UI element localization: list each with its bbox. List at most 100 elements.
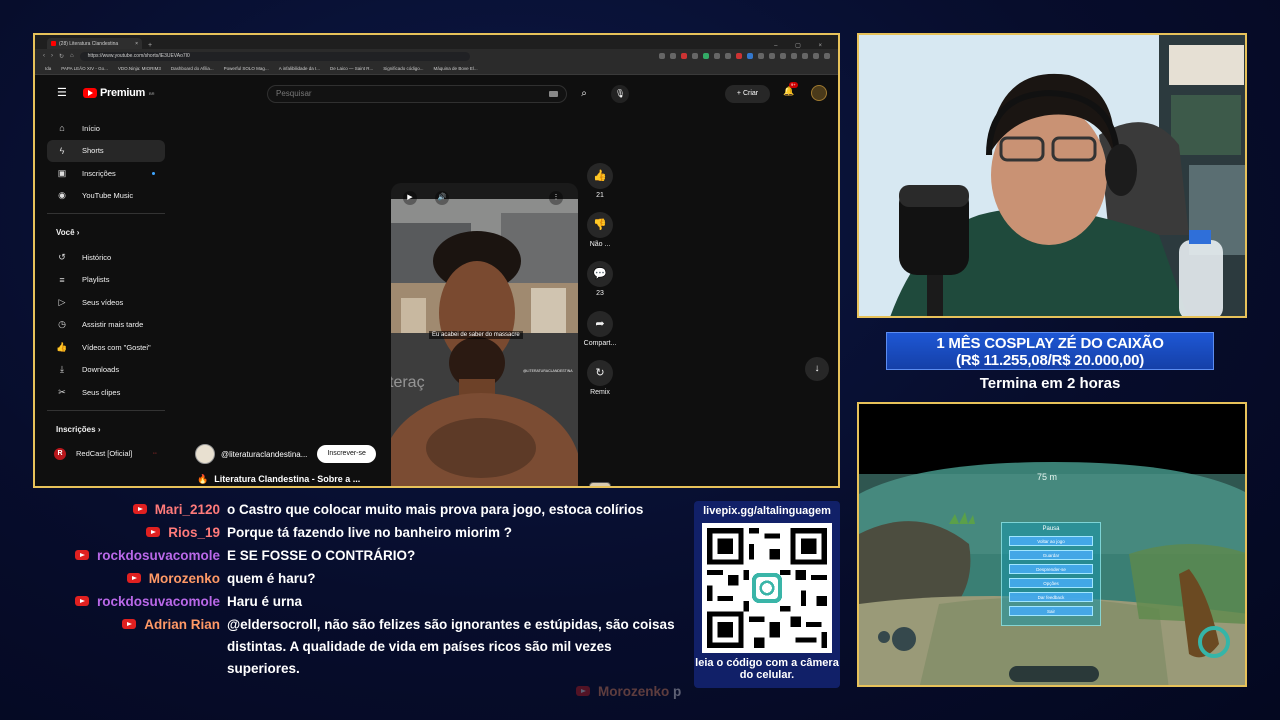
sidebar-item-youtube-music[interactable]: ◉ YouTube Music: [47, 185, 165, 208]
youtube-play-icon: [83, 88, 97, 98]
youtube-icon: [122, 619, 137, 629]
chat-username: rockdosuvacomole: [96, 594, 220, 609]
sound-thumbnail[interactable]: [589, 482, 611, 486]
sidebar-item-shorts[interactable]: ϟ Shorts: [47, 139, 165, 162]
search-input[interactable]: Pesquisar: [267, 85, 567, 103]
extension-icon[interactable]: [670, 53, 676, 59]
notifications-icon[interactable]: 🔔 9+: [783, 82, 798, 97]
dislike-button[interactable]: 👎 Não ...: [575, 212, 625, 248]
sidebar-item-home[interactable]: ⌂ Início: [47, 117, 165, 140]
search-icon[interactable]: ⌕: [575, 85, 593, 103]
extension-icon[interactable]: [780, 53, 786, 59]
sidebar: ⌂ Início ϟ Shorts ▣ Inscrições ◉ YouTube Mus…: [47, 117, 165, 465]
bookmark-item[interactable]: Ida: [45, 66, 51, 71]
sidebar-item-your-videos[interactable]: ▷ Seus vídeos: [47, 291, 165, 314]
comments-button[interactable]: 💬 23: [575, 261, 625, 297]
quit-button[interactable]: Sair: [1009, 606, 1093, 616]
menu-icon[interactable]: ☰: [57, 86, 67, 99]
sidebar-item-downloads[interactable]: ⤓ Downloads: [47, 359, 165, 382]
sidebar-item-clips[interactable]: ✂ Seus clipes: [47, 381, 165, 404]
youtube-logo[interactable]: Premium BR: [83, 87, 155, 99]
sidebar-item-label: Histórico: [82, 252, 112, 262]
redcast-channel-icon: R: [54, 447, 66, 460]
channel-name[interactable]: @literaturaclandestina...: [221, 450, 307, 459]
create-button[interactable]: + Criar: [725, 85, 770, 103]
goal-amount: (R$ 11.255,08/R$ 20.000,00): [955, 352, 1145, 369]
sidebar-item-redcast[interactable]: R RedCast [Oficial] ◦◦: [47, 443, 165, 466]
extension-icon[interactable]: [791, 53, 797, 59]
subscribe-button[interactable]: Inscrever-se: [317, 445, 376, 463]
options-button[interactable]: Opções: [1009, 578, 1093, 588]
extension-icon[interactable]: [824, 53, 830, 59]
bookmark-item[interactable]: Dashboard do Afilia...: [171, 66, 214, 71]
mic-icon[interactable]: 🎙: [611, 85, 629, 103]
new-tab-icon[interactable]: +: [148, 42, 152, 49]
bookmark-item[interactable]: De Laico — Saint R...: [330, 66, 373, 71]
share-button[interactable]: ➦ Compart...: [575, 311, 625, 347]
resume-button[interactable]: Voltar ao jogo: [1009, 536, 1093, 546]
clips-icon: ✂: [58, 386, 66, 397]
chat-text: o Castro que colocar muito mais prova pa…: [227, 502, 644, 517]
keyboard-icon[interactable]: [549, 91, 558, 97]
back-icon[interactable]: ‹: [43, 53, 45, 59]
save-button[interactable]: Guardar: [1009, 550, 1093, 560]
sidebar-item-liked-videos[interactable]: 👍 Vídeos com "Gostei": [47, 336, 165, 359]
you-section-title[interactable]: Você ›: [47, 228, 165, 246]
sidebar-item-history[interactable]: ↺ Histórico: [47, 246, 165, 269]
close-tab-icon[interactable]: ×: [135, 41, 138, 47]
sidebar-item-subscriptions[interactable]: ▣ Inscrições: [47, 162, 165, 185]
logo-text: Premium: [100, 87, 145, 99]
youtube-icon: [576, 686, 590, 696]
live-icon: ◦◦: [152, 450, 157, 457]
youtube-favicon-icon: [51, 41, 56, 46]
volume-icon[interactable]: 🔊: [435, 191, 449, 205]
window-controls[interactable]: – ▢ ×: [774, 42, 838, 49]
next-video-arrow-icon[interactable]: ↓: [805, 357, 829, 381]
extension-icon[interactable]: [802, 53, 808, 59]
feedback-button[interactable]: Dar feedback: [1009, 592, 1093, 602]
extension-icon[interactable]: [747, 53, 753, 59]
like-button[interactable]: 👍 21: [575, 163, 625, 199]
shorts-icon: ϟ: [59, 145, 65, 156]
forward-icon[interactable]: ›: [51, 53, 53, 59]
extension-icon[interactable]: [725, 53, 731, 59]
video-title[interactable]: 🔥 Literatura Clandestina - Sobre a ...: [197, 474, 360, 485]
play-icon[interactable]: ▶: [403, 191, 417, 205]
extension-icon[interactable]: [681, 53, 687, 59]
bookmark-item[interactable]: PAPA LEÃO XIV - Go...: [61, 66, 108, 71]
extension-icon[interactable]: [736, 53, 742, 59]
bookmark-item[interactable]: Máquina de Bove El...: [434, 66, 478, 71]
extension-icon[interactable]: [813, 53, 819, 59]
watch-later-icon: ◷: [58, 319, 66, 330]
unstuck-button[interactable]: Desprender-se: [1009, 564, 1093, 574]
bookmark-item[interactable]: VDO.Ninja: MIORIM3: [118, 66, 161, 71]
bookmark-item[interactable]: Significado código...: [383, 66, 423, 71]
extension-icon[interactable]: [758, 53, 764, 59]
short-video-player[interactable]: ▶ 🔊 ⋮ Eu acabei de saber do massacre @LI…: [391, 183, 578, 486]
subscriptions-section-title[interactable]: Inscrições ›: [47, 425, 165, 443]
depth-readout: 75 m: [1037, 472, 1058, 482]
home-icon[interactable]: ⌂: [70, 53, 74, 59]
extension-icon[interactable]: [659, 53, 665, 59]
avatar[interactable]: [811, 85, 827, 101]
extension-icon[interactable]: [714, 53, 720, 59]
chat-username: Morozenko: [148, 571, 220, 586]
browser-tab[interactable]: (28) Literatura Clandestina ×: [47, 38, 142, 49]
sidebar-item-label: YouTube Music: [82, 191, 134, 201]
sidebar-item-watch-later[interactable]: ◷ Assistir mais tarde: [47, 314, 165, 337]
extension-icon[interactable]: [692, 53, 698, 59]
more-options-icon[interactable]: ⋮: [549, 191, 563, 205]
extension-icon[interactable]: [703, 53, 709, 59]
video-title-text: Literatura Clandestina - Sobre a ...: [214, 474, 361, 484]
bookmark-item[interactable]: Powerful SOLO Mag...: [224, 66, 269, 71]
url-field[interactable]: https://www.youtube.com/shorts/lE3UEVAo7…: [79, 51, 470, 61]
chat-text: Porque tá fazendo live no banheiro miori…: [227, 525, 513, 540]
sidebar-item-playlists[interactable]: ≡ Playlists: [47, 269, 165, 292]
reload-icon[interactable]: ↻: [59, 53, 64, 60]
channel-avatar[interactable]: [195, 444, 215, 464]
youtube-icon: [74, 596, 89, 606]
remix-button[interactable]: ↻ Remix: [575, 360, 625, 396]
bookmark-item[interactable]: A infalibilidade da I...: [279, 66, 320, 71]
pause-title: Pausa: [1042, 526, 1060, 532]
extension-icon[interactable]: [769, 53, 775, 59]
